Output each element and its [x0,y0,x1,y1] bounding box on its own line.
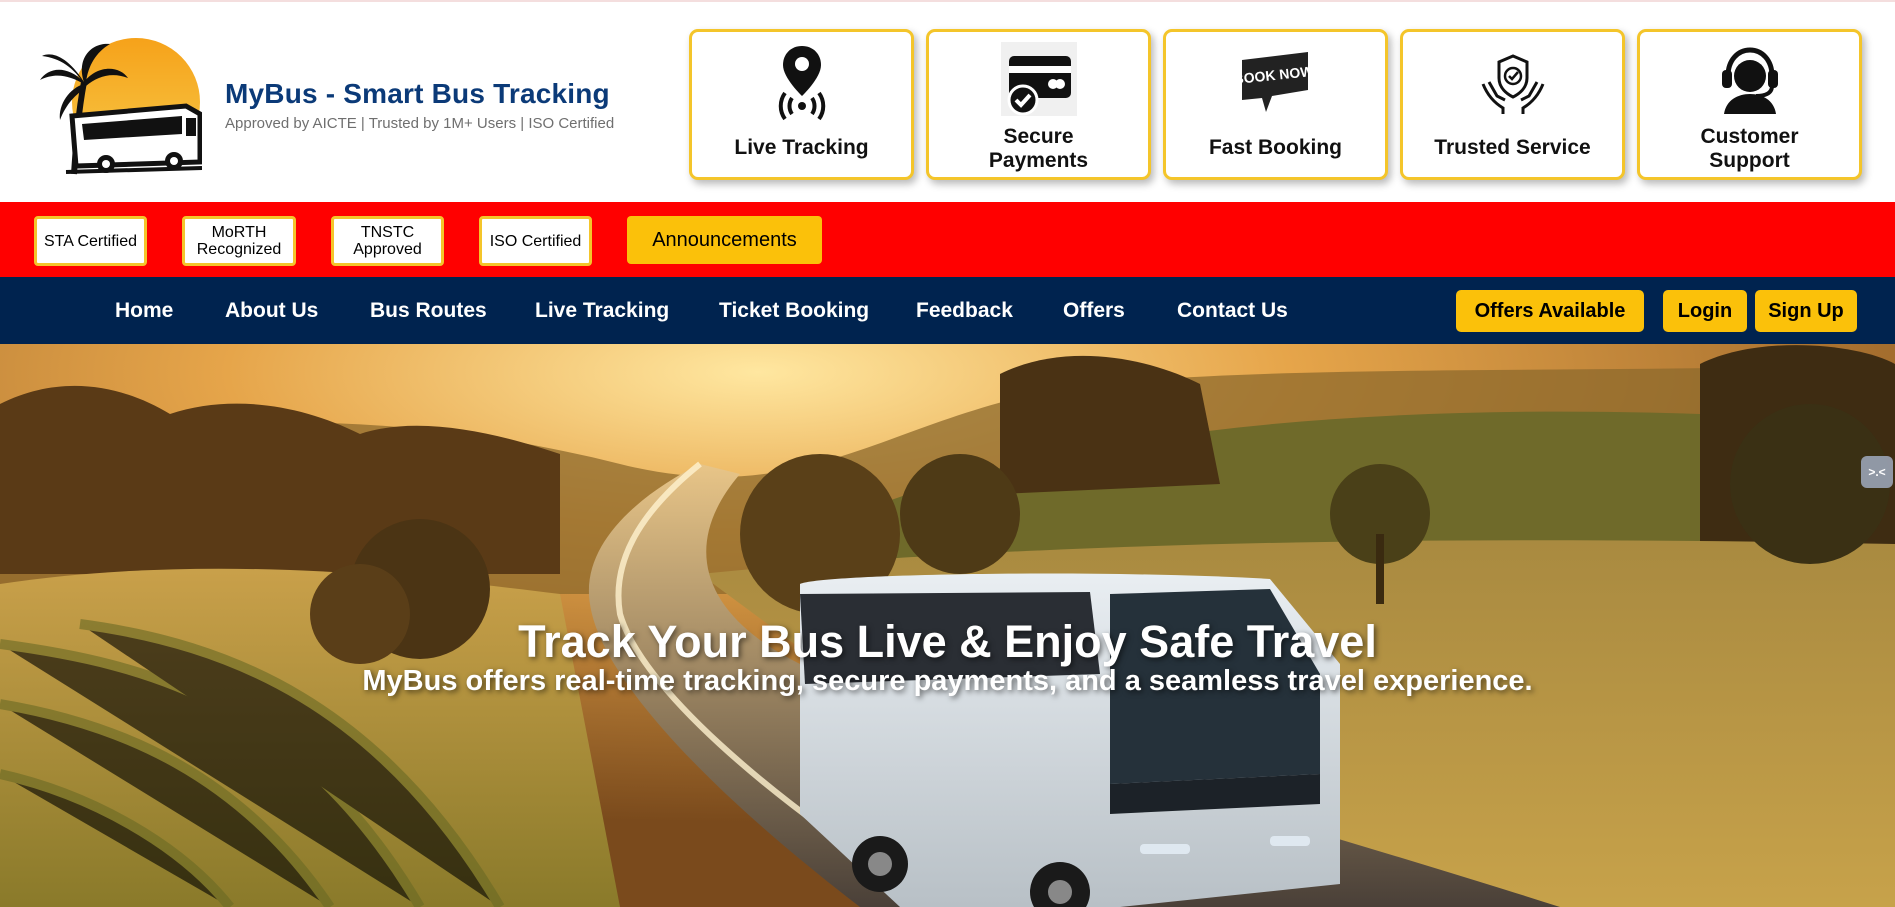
site-title[interactable]: MyBus - Smart Bus Tracking [225,78,614,110]
offers-available-button[interactable]: Offers Available [1456,290,1644,332]
cert-badge-sta[interactable]: STA Certified [34,216,147,266]
cert-line1: TNSTC [360,224,415,241]
cert-badge-iso[interactable]: ISO Certified [479,216,592,266]
site-subtitle: Approved by AICTE | Trusted by 1M+ Users… [225,115,615,132]
nav-item-bus-routes[interactable]: Bus Routes [370,299,487,323]
nav-item-home[interactable]: Home [115,299,173,323]
side-widget-tab[interactable]: >.< [1861,456,1893,488]
feature-label: Live Tracking [734,136,869,159]
nav-item-about-us[interactable]: About Us [225,299,318,323]
main-nav: Home About Us Bus Routes Live Tracking T… [0,277,1895,344]
cert-label: TNSTC Approved [353,224,422,258]
login-button[interactable]: Login [1663,290,1747,332]
nav-item-live-tracking[interactable]: Live Tracking [535,299,669,323]
feature-label: Customer Support [1700,125,1799,172]
announcements-button[interactable]: Announcements [627,216,822,264]
cert-line2: Recognized [196,241,282,258]
nav-item-ticket-booking[interactable]: Ticket Booking [719,299,869,323]
feature-label: Fast Booking [1208,136,1342,159]
nav-item-feedback[interactable]: Feedback [916,299,1013,323]
cert-line2: Approved [353,241,422,258]
feature-card-customer-support[interactable]: Customer Support [1637,29,1862,180]
cert-badge-morth[interactable]: MoRTH Recognized [182,216,296,266]
brand-block: MyBus - Smart Bus Tracking Approved by A… [225,78,614,132]
cert-badge-tnstc[interactable]: TNSTC Approved [331,216,444,266]
site-header: MyBus - Smart Bus Tracking Approved by A… [0,0,1895,202]
shield-hands-icon [1481,54,1544,114]
headset-icon [1721,47,1778,114]
feature-label: Trusted Service [1434,136,1591,159]
feature-card-fast-booking[interactable]: BOOK NOW Fast Booking [1163,29,1388,180]
location-pin-icon [778,46,825,121]
palm-bus-logo-icon[interactable] [36,34,202,176]
cert-label: ISO Certified [489,232,582,250]
cert-label: MoRTH Recognized [197,224,282,258]
sign-up-button[interactable]: Sign Up [1755,290,1857,332]
card-check-icon [1000,42,1077,116]
cert-label: STA Certified [43,232,138,250]
book-now-icon: BOOK NOW [1236,52,1314,112]
cert-line1: MoRTH [211,224,267,241]
hero-subtitle: MyBus offers real-time tracking, secure … [362,665,1533,697]
certification-bar: STA Certified MoRTH Recognized TNSTC App… [0,202,1895,277]
feature-card-secure-payments[interactable]: Secure Payments [926,29,1151,180]
feature-card-live-tracking[interactable]: Live Tracking [689,29,914,180]
hero-banner: Track Your Bus Live & Enjoy Safe Travel … [0,344,1895,907]
hero-title: Track Your Bus Live & Enjoy Safe Travel [518,616,1377,667]
feature-label: Secure Payments [988,125,1089,172]
nav-item-contact-us[interactable]: Contact Us [1177,299,1288,323]
nav-item-offers[interactable]: Offers [1063,299,1125,323]
feature-card-trusted-service[interactable]: Trusted Service [1400,29,1625,180]
